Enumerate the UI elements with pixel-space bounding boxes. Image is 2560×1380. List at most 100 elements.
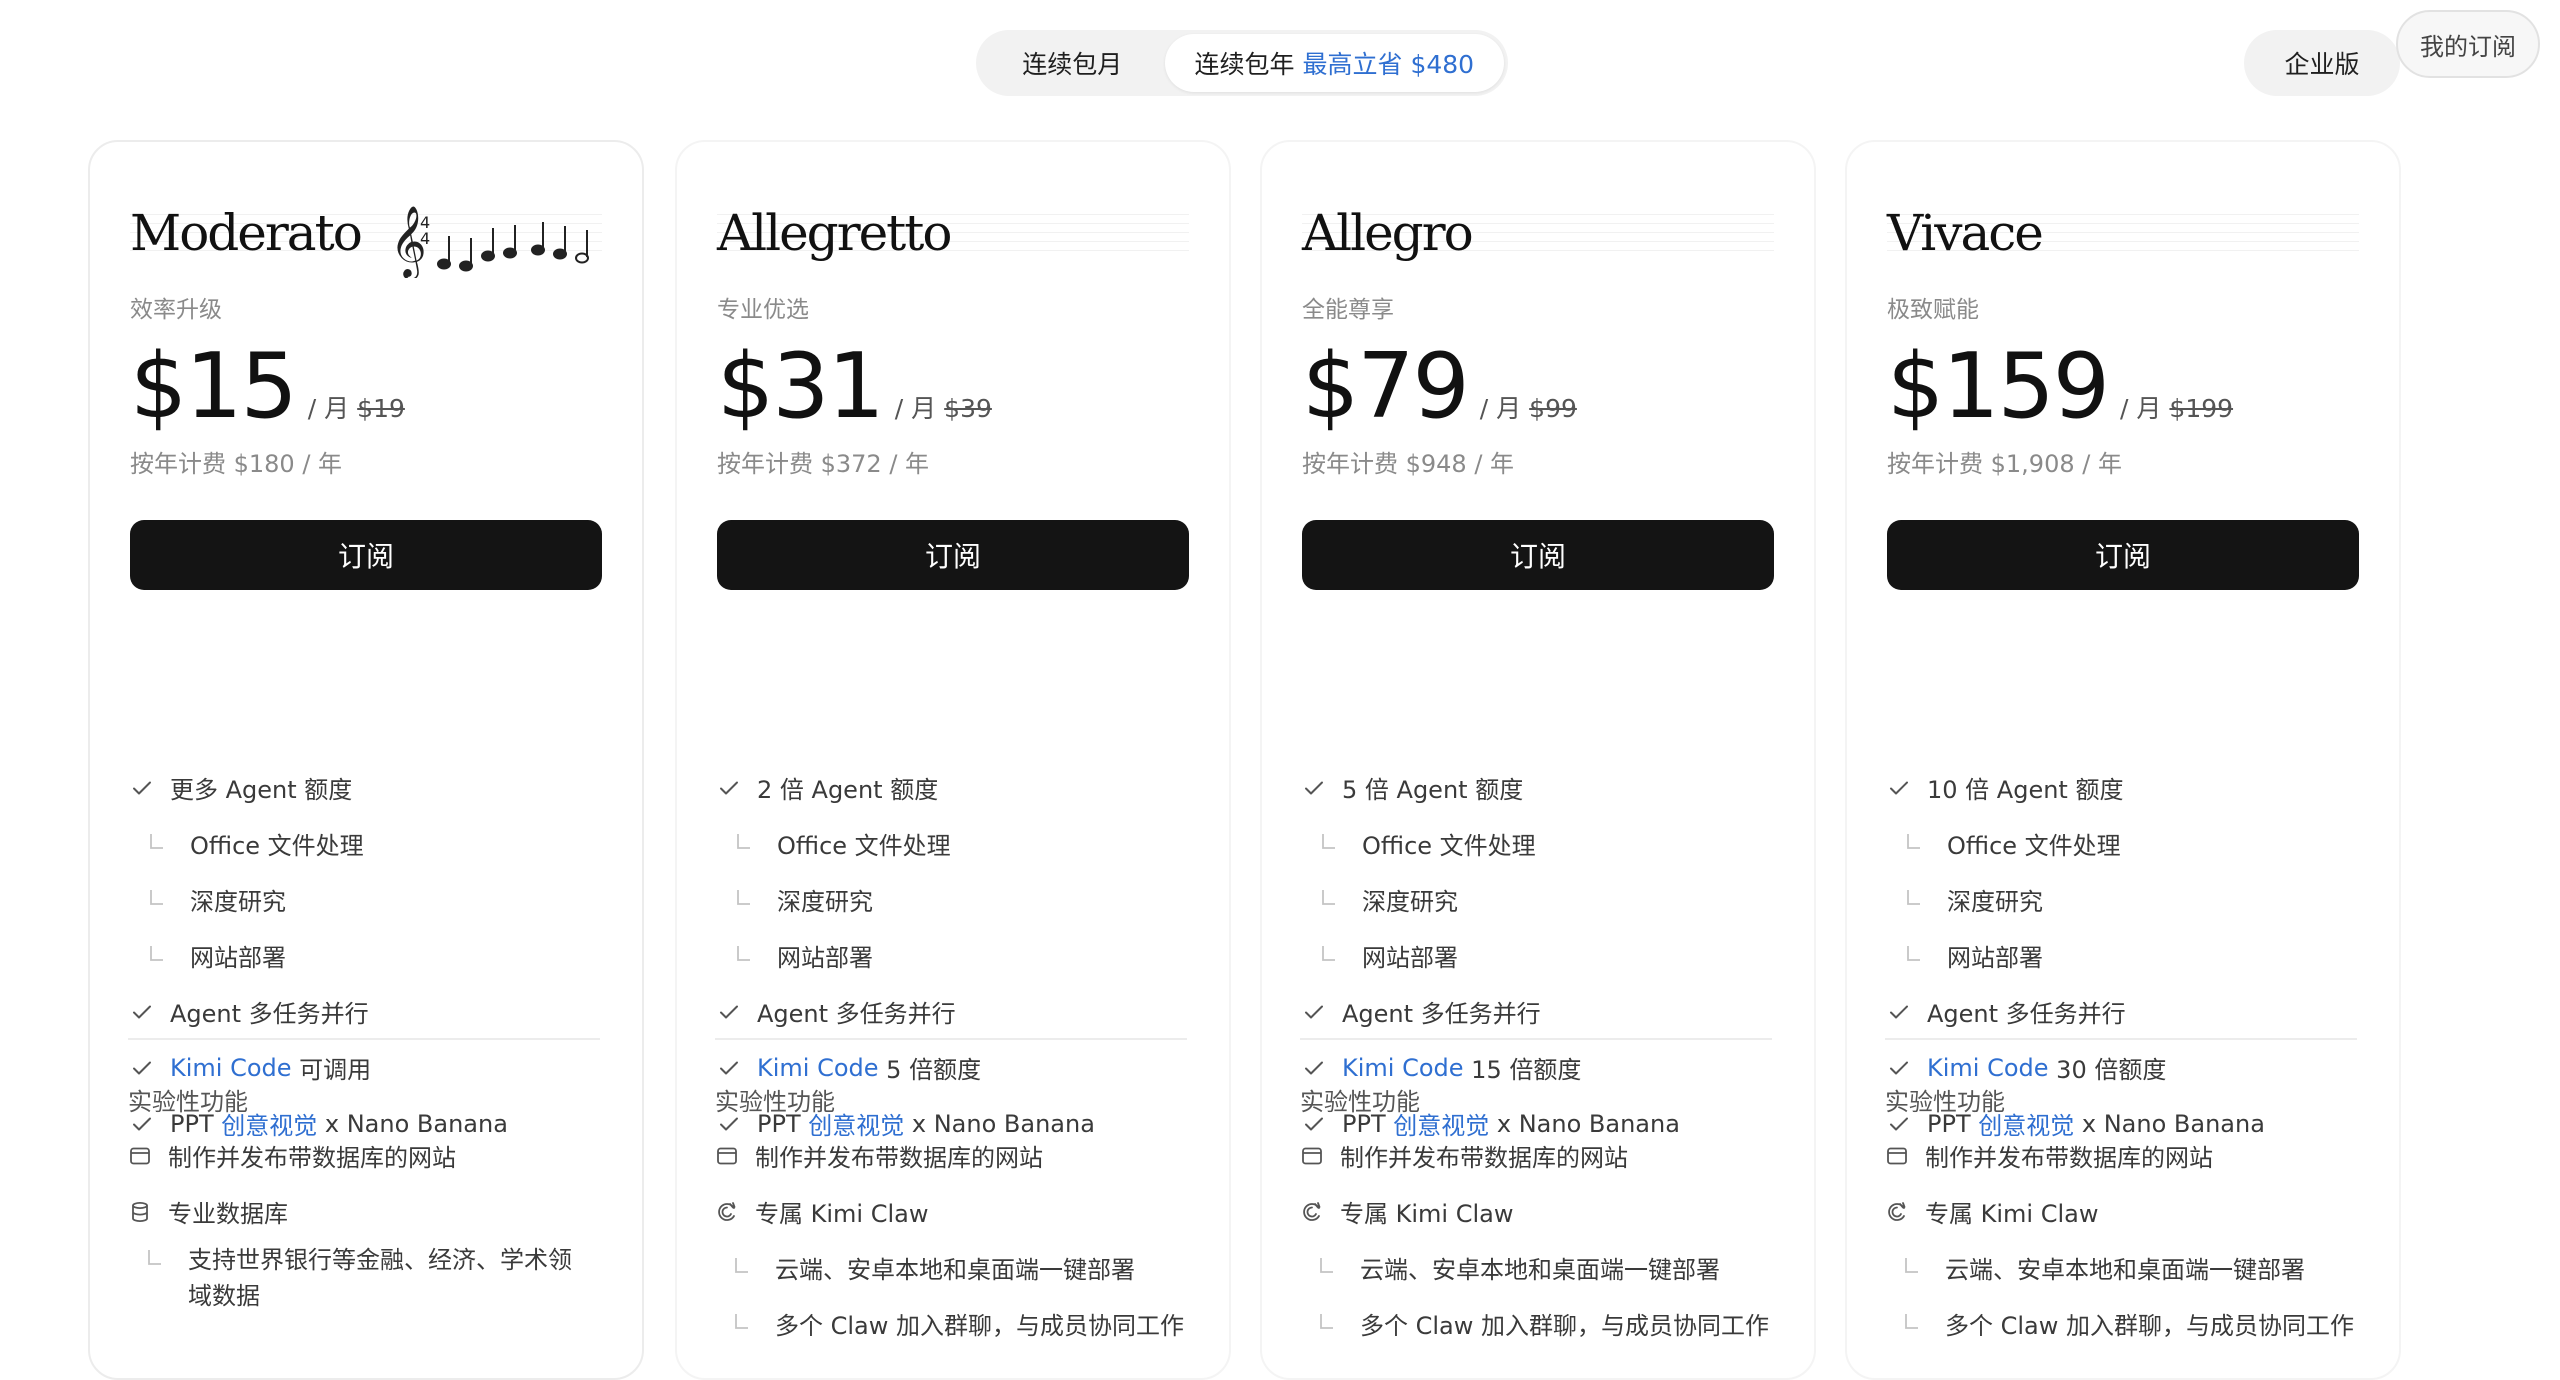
experimental-subfeature: 多个 Claw 加入群聊，与成员协同工作 (1903, 1306, 2354, 1341)
yearly-savings-badge: 最高立省 $480 (1302, 50, 1475, 79)
price-row: $15 / 月 $19 (130, 334, 405, 439)
yearly-billing: 按年计费 $1,908 / 年 (1887, 450, 2122, 478)
subscribe-button[interactable]: 订阅 (130, 520, 602, 590)
feature-label: 深度研究 (190, 888, 286, 916)
check-icon (1302, 776, 1326, 800)
check-icon (717, 776, 741, 800)
check-icon (1887, 1000, 1911, 1024)
feature-agent: 更多 Agent 额度 (130, 770, 352, 805)
claw-icon (1300, 1200, 1324, 1224)
feature-label: 更多 Agent 额度 (170, 776, 353, 804)
experimental-feature: 专属 Kimi Claw (715, 1194, 928, 1229)
feature-agent: 5 倍 Agent 额度 (1302, 770, 1523, 805)
branch-icon (735, 944, 753, 968)
price: $79 (1302, 334, 1470, 439)
price-row: $159 / 月 $199 (1887, 334, 2233, 439)
feature-label: Agent 多任务并行 (170, 1000, 369, 1028)
experimental-title: 实验性功能 (128, 1088, 248, 1116)
yearly-option[interactable]: 连续包年 最高立省 $480 (1164, 34, 1504, 92)
price: $31 (717, 334, 885, 439)
feature-label: 30 倍额度 (2056, 1056, 2167, 1084)
browser-window-icon (1300, 1144, 1324, 1168)
feature-label: 深度研究 (1947, 888, 2043, 916)
yearly-billing: 按年计费 $948 / 年 (1302, 450, 1515, 478)
feature-label: Agent 多任务并行 (1927, 1000, 2126, 1028)
feature-kimi-code: Kimi Code 可调用 (130, 1050, 371, 1085)
subscribe-button[interactable]: 订阅 (1302, 520, 1774, 590)
feature-label: 专属 Kimi Claw (755, 1200, 929, 1228)
check-icon (1887, 1056, 1911, 1080)
original-price: $199 (2169, 394, 2234, 423)
feature-label: Agent 多任务并行 (1342, 1000, 1541, 1028)
music-notes-icon: 𝄞 4 4 (390, 204, 589, 278)
subscribe-button[interactable]: 订阅 (717, 520, 1189, 590)
feature-label: 制作并发布带数据库的网站 (1340, 1144, 1628, 1172)
kimi-code-link[interactable]: Kimi Code (1927, 1054, 2049, 1082)
feature-label: Agent 多任务并行 (757, 1000, 956, 1028)
feature-kimi-code: Kimi Code 30 倍额度 (1887, 1050, 2166, 1085)
feature-kimi-code: Kimi Code 5 倍额度 (717, 1050, 981, 1085)
branch-icon (1318, 1312, 1336, 1336)
feature-office: Office 文件处理 (1905, 826, 2121, 861)
feature-label: 可调用 (299, 1056, 372, 1084)
experimental-feature: 制作并发布带数据库的网站 (1300, 1138, 1628, 1173)
price-row: $79 / 月 $99 (1302, 334, 1577, 439)
feature-label: x Nano Banana (1496, 1109, 1680, 1138)
browser-window-icon (1885, 1144, 1909, 1168)
subscribe-button[interactable]: 订阅 (1887, 520, 2359, 590)
kimi-code-link[interactable]: Kimi Code (1342, 1054, 1464, 1082)
check-icon (1887, 776, 1911, 800)
feature-label: Office 文件处理 (1947, 832, 2121, 860)
feature-label: 专业数据库 (168, 1200, 288, 1228)
feature-label: 支持世界银行等金融、经济、学术领域数据 (188, 1246, 572, 1310)
browser-window-icon (128, 1144, 152, 1168)
plan-tagline: 专业优选 (717, 297, 809, 323)
branch-icon (1903, 1256, 1921, 1280)
experimental-subfeature: 多个 Claw 加入群聊，与成员协同工作 (733, 1306, 1184, 1341)
feature-deploy: 网站部署 (735, 938, 873, 973)
feature-label: 云端、安卓本地和桌面端一键部署 (1945, 1256, 2305, 1284)
experimental-subfeature: 多个 Claw 加入群聊，与成员协同工作 (1318, 1306, 1769, 1341)
feature-office: Office 文件处理 (1320, 826, 1536, 861)
branch-icon (735, 832, 753, 856)
feature-label: 网站部署 (1947, 944, 2043, 972)
check-icon (130, 776, 154, 800)
claw-icon (715, 1200, 739, 1224)
original-price: $39 (944, 394, 992, 423)
feature-research: 深度研究 (735, 882, 873, 917)
kimi-code-link[interactable]: Kimi Code (170, 1054, 292, 1082)
enterprise-button[interactable]: 企业版 (2244, 30, 2400, 96)
feature-label: 2 倍 Agent 额度 (757, 776, 939, 804)
claw-icon (1885, 1200, 1909, 1224)
branch-icon (1320, 832, 1338, 856)
yearly-option-label: 连续包年 (1194, 50, 1295, 79)
feature-label: 多个 Claw 加入群聊，与成员协同工作 (1360, 1312, 1770, 1340)
branch-icon (1905, 832, 1923, 856)
experimental-feature: 专属 Kimi Claw (1885, 1194, 2098, 1229)
experimental-title: 实验性功能 (1885, 1088, 2005, 1116)
divider (1885, 1038, 2357, 1040)
kimi-code-link[interactable]: Kimi Code (757, 1054, 879, 1082)
feature-deploy: 网站部署 (1905, 938, 2043, 973)
feature-label: 云端、安卓本地和桌面端一键部署 (1360, 1256, 1720, 1284)
feature-label: 制作并发布带数据库的网站 (168, 1144, 456, 1172)
feature-multitask: Agent 多任务并行 (1887, 994, 2126, 1029)
experimental-feature: 专属 Kimi Claw (1300, 1194, 1513, 1229)
feature-multitask: Agent 多任务并行 (1302, 994, 1541, 1029)
experimental-feature: 制作并发布带数据库的网站 (128, 1138, 456, 1173)
monthly-option[interactable]: 连续包月 (980, 34, 1165, 92)
price-period: / 月 (2120, 394, 2162, 423)
feature-label: 网站部署 (1362, 944, 1458, 972)
feature-research: 深度研究 (1320, 882, 1458, 917)
feature-label: x Nano Banana (911, 1109, 1095, 1138)
feature-label: 网站部署 (190, 944, 286, 972)
feature-multitask: Agent 多任务并行 (717, 994, 956, 1029)
price-period: / 月 (307, 394, 350, 423)
feature-office: Office 文件处理 (735, 826, 951, 861)
feature-label: Office 文件处理 (190, 832, 364, 860)
check-icon (1302, 1000, 1326, 1024)
branch-icon (1320, 888, 1338, 912)
feature-label: 深度研究 (777, 888, 873, 916)
branch-icon (733, 1256, 751, 1280)
my-subscription-button[interactable]: 我的订阅 (2396, 10, 2540, 78)
